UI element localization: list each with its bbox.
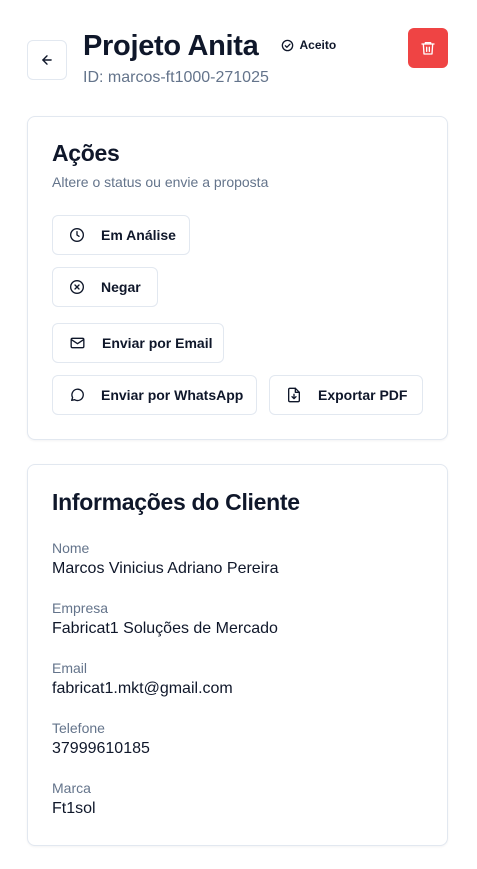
- button-label: Enviar por WhatsApp: [101, 387, 244, 403]
- status-negar-button[interactable]: Negar: [52, 267, 158, 307]
- field-value: 37999610185: [52, 740, 150, 757]
- field-value: Fabricat1 Soluções de Mercado: [52, 620, 278, 637]
- field-label: Marca: [52, 780, 91, 796]
- page-header: Projeto Anita Aceito ID: marcos-ft1000-2…: [27, 28, 448, 92]
- project-id: ID: marcos-ft1000-271025: [83, 69, 269, 86]
- field-value: Ft1sol: [52, 800, 96, 817]
- client-info-card: Informações do Cliente Nome Marcos Vinic…: [27, 464, 448, 846]
- button-label: Enviar por Email: [102, 335, 213, 351]
- title-block: Projeto Anita Aceito ID: marcos-ft1000-2…: [83, 28, 336, 87]
- actions-card-description: Altere o status ou envie a proposta: [52, 174, 269, 190]
- page-title: Projeto Anita: [83, 29, 259, 62]
- client-field-email: Email fabricat1.mkt@gmail.com: [52, 660, 233, 698]
- field-label: Nome: [52, 540, 90, 556]
- status-badge-label: Aceito: [299, 38, 337, 52]
- field-label: Email: [52, 660, 88, 676]
- actions-card-title: Ações: [52, 140, 120, 166]
- x-circle-icon: [70, 280, 84, 294]
- trash-icon: [421, 42, 435, 55]
- button-label: Negar: [101, 279, 141, 295]
- whatsapp-icon: [71, 388, 84, 402]
- client-field-telefone: Telefone 37999610185: [52, 720, 150, 758]
- field-value: fabricat1.mkt@gmail.com: [52, 680, 233, 697]
- export-pdf-button[interactable]: Exportar PDF: [269, 375, 423, 415]
- client-field-empresa: Empresa Fabricat1 Soluções de Mercado: [52, 600, 278, 638]
- status-badge: Aceito: [281, 38, 336, 52]
- clock-icon: [70, 228, 84, 242]
- send-email-button[interactable]: Enviar por Email: [52, 323, 224, 363]
- arrow-left-icon: [42, 55, 52, 65]
- field-label: Telefone: [52, 720, 105, 736]
- send-whatsapp-button[interactable]: Enviar por WhatsApp: [52, 375, 257, 415]
- status-em-analise-button[interactable]: Em Análise: [52, 215, 190, 255]
- field-value: Marcos Vinicius Adriano Pereira: [52, 560, 279, 577]
- file-download-icon: [288, 387, 300, 403]
- actions-card: Ações Altere o status ou envie a propost…: [27, 116, 448, 440]
- button-label: Em Análise: [101, 227, 176, 243]
- back-button[interactable]: [27, 40, 67, 80]
- mail-icon: [70, 337, 85, 349]
- field-label: Empresa: [52, 600, 109, 616]
- button-label: Exportar PDF: [318, 387, 408, 403]
- client-field-nome: Nome Marcos Vinicius Adriano Pereira: [52, 540, 278, 578]
- client-card-title: Informações do Cliente: [52, 489, 300, 515]
- client-field-marca: Marca Ft1sol: [52, 780, 96, 818]
- check-circle-icon: [282, 39, 294, 51]
- delete-button[interactable]: [408, 28, 448, 68]
